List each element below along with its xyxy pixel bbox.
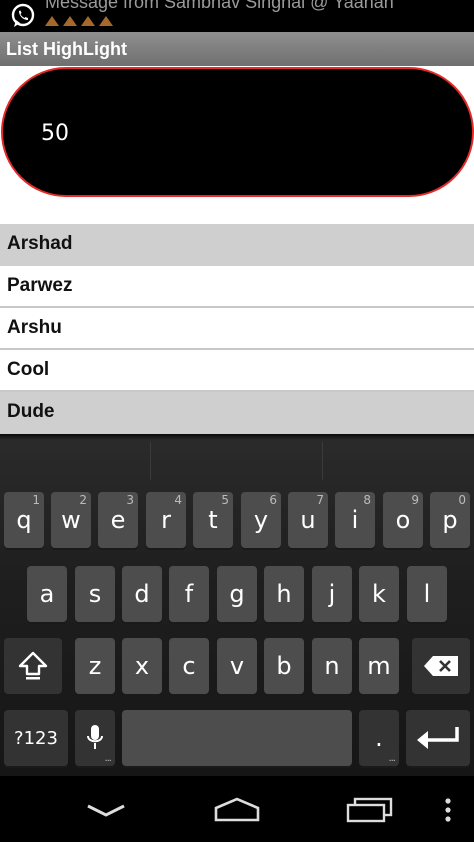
key-v[interactable]: v bbox=[217, 638, 257, 694]
key-t[interactable]: t5 bbox=[193, 492, 233, 548]
shift-key[interactable] bbox=[4, 638, 62, 694]
notification-text: Message from Sambhav Singhal @ Yaanah bbox=[45, 0, 394, 12]
key-a[interactable]: a bbox=[27, 566, 67, 622]
voice-input-key[interactable]: ... bbox=[75, 710, 115, 766]
page-title: List HighLight bbox=[6, 39, 127, 59]
name-list[interactable]: Arshad Parwez Arshu Cool Dude bbox=[0, 224, 474, 434]
key-n[interactable]: n bbox=[312, 638, 352, 694]
symbols-key[interactable]: ?123 bbox=[4, 710, 68, 766]
action-bar: List HighLight bbox=[0, 32, 474, 66]
key-d[interactable]: d bbox=[122, 566, 162, 622]
key-o[interactable]: o9 bbox=[383, 492, 423, 548]
key-i[interactable]: i8 bbox=[335, 492, 375, 548]
suggestion-divider bbox=[322, 442, 323, 480]
enter-icon bbox=[417, 727, 459, 749]
key-u[interactable]: u7 bbox=[288, 492, 328, 548]
list-item[interactable]: Arshu bbox=[0, 308, 474, 350]
key-k[interactable]: k bbox=[359, 566, 399, 622]
whatsapp-icon bbox=[11, 3, 35, 27]
list-item[interactable]: Arshad bbox=[0, 224, 474, 266]
key-f[interactable]: f bbox=[169, 566, 209, 622]
space-bar[interactable] bbox=[122, 710, 352, 766]
navigation-bar bbox=[0, 776, 474, 842]
recent-apps-button[interactable] bbox=[340, 794, 400, 826]
back-icon bbox=[87, 804, 125, 817]
content-area: 50 Arshad Parwez Arshu Cool Dude bbox=[0, 66, 474, 434]
key-c[interactable]: c bbox=[169, 638, 209, 694]
suggestion-divider bbox=[150, 442, 151, 480]
period-key[interactable]: . ... bbox=[359, 710, 399, 766]
status-bar: Message from Sambhav Singhal @ Yaanah bbox=[0, 0, 474, 32]
backspace-key[interactable] bbox=[412, 638, 470, 694]
key-g[interactable]: g bbox=[217, 566, 257, 622]
enter-key[interactable] bbox=[406, 710, 470, 766]
overflow-menu-icon bbox=[445, 798, 451, 822]
key-w[interactable]: w2 bbox=[51, 492, 91, 548]
backspace-icon bbox=[424, 656, 458, 676]
suggestion-strip[interactable] bbox=[0, 434, 474, 484]
key-y[interactable]: y6 bbox=[241, 492, 281, 548]
key-z[interactable]: z bbox=[75, 638, 115, 694]
key-r[interactable]: r4 bbox=[146, 492, 186, 548]
list-item[interactable]: Cool bbox=[0, 350, 474, 392]
key-h[interactable]: h bbox=[264, 566, 304, 622]
home-icon bbox=[214, 797, 260, 822]
overflow-menu-button[interactable] bbox=[436, 794, 460, 826]
key-s[interactable]: s bbox=[75, 566, 115, 622]
key-q[interactable]: q1 bbox=[4, 492, 44, 548]
key-b[interactable]: b bbox=[264, 638, 304, 694]
key-e[interactable]: e3 bbox=[98, 492, 138, 548]
pill-value: 50 bbox=[41, 121, 69, 146]
home-button[interactable] bbox=[208, 794, 266, 826]
list-item[interactable]: Parwez bbox=[0, 266, 474, 308]
recent-apps-icon bbox=[346, 797, 393, 823]
list-item[interactable]: Dude bbox=[0, 392, 474, 434]
key-j[interactable]: j bbox=[312, 566, 352, 622]
value-pill[interactable]: 50 bbox=[1, 67, 474, 197]
microphone-icon bbox=[87, 725, 103, 749]
key-p[interactable]: p0 bbox=[430, 492, 470, 548]
key-x[interactable]: x bbox=[122, 638, 162, 694]
shift-icon bbox=[18, 651, 48, 680]
soft-keyboard: q1 w2 e3 r4 t5 y6 u7 i8 o9 p0 a s d f g … bbox=[0, 434, 474, 776]
key-m[interactable]: m bbox=[359, 638, 399, 694]
notification-emoji bbox=[45, 16, 113, 30]
back-button[interactable] bbox=[80, 794, 132, 826]
key-l[interactable]: l bbox=[407, 566, 447, 622]
